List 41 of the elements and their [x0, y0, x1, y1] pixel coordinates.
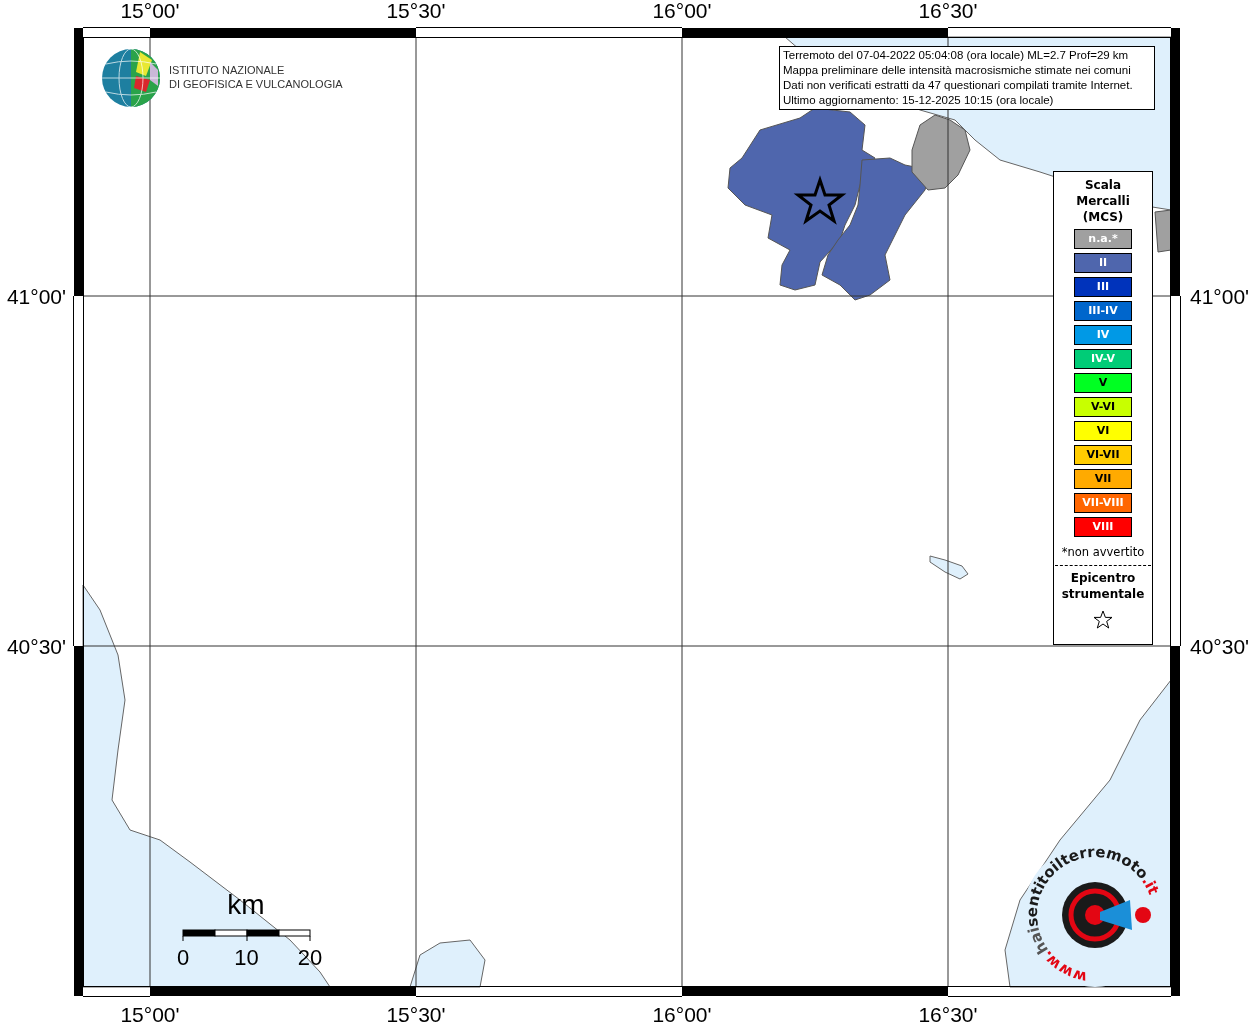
intensity-swatch: III-IV: [1074, 301, 1132, 321]
longitude-label: 16°30': [918, 0, 978, 22]
longitude-label: 16°00': [652, 1003, 712, 1024]
intensity-swatch: V-VI: [1074, 397, 1132, 417]
info-line: Terremoto del 07-04-2022 05:04:08 (ora locale) ML=2.7 Prof=29 km: [783, 48, 1130, 63]
longitude-label: 16°30': [918, 1003, 978, 1024]
legend-footnote: *non avvertito: [1061, 545, 1145, 559]
latitude-label: 40°30': [6, 635, 66, 658]
epicenter-star-icon: [793, 175, 847, 225]
scale-unit-label: km: [227, 889, 265, 920]
star-icon: [1093, 610, 1113, 630]
scale-tick-label: 10: [234, 945, 259, 970]
intensity-swatch: VI: [1074, 421, 1132, 441]
institute-name: ISTITUTO NAZIONALE DI GEOFISICA E VULCANOLOGIA: [169, 64, 343, 90]
longitude-label: 15°30': [386, 0, 446, 22]
latitude-label: 41°00': [6, 285, 66, 308]
info-line: Dati non verificati estratti da 47 questionari compilati tramite Internet.: [783, 78, 1134, 93]
epicenter-label: Epicentro strumentale: [1061, 570, 1145, 602]
intensity-swatch: VII: [1074, 469, 1132, 489]
info-line: Mappa preliminare delle intensità macrosismiche stimate nei comuni: [783, 63, 1132, 78]
longitude-label: 16°00': [652, 0, 712, 22]
scale-tick-label: 20: [297, 945, 323, 970]
longitude-label: 15°30': [386, 1003, 446, 1024]
intensity-swatch: IV-V: [1074, 349, 1132, 369]
intensity-swatch: VI-VII: [1074, 445, 1132, 465]
latitude-label: 40°30': [1190, 635, 1250, 658]
intensity-swatch: II: [1074, 253, 1132, 273]
latitude-label: 41°00': [1190, 285, 1250, 308]
intensity-swatch: n.a.*: [1074, 229, 1132, 249]
intensity-swatch: V: [1074, 373, 1132, 393]
longitude-label: 15°00': [120, 0, 180, 22]
scale-tick-label: 0: [176, 945, 190, 970]
legend-title: Scala Mercalli (MCS): [1076, 177, 1130, 225]
intensity-swatch: III: [1074, 277, 1132, 297]
intensity-swatch: VII-VIII: [1074, 493, 1132, 513]
intensity-swatch: VIII: [1074, 517, 1132, 537]
longitude-label: 15°00': [120, 1003, 180, 1024]
globe-logo-icon: [101, 48, 161, 108]
island: [929, 555, 969, 580]
info-line: Ultimo aggiornamento: 15-12-2025 10:15 (ora locale): [783, 93, 1055, 108]
intensity-swatch: IV: [1074, 325, 1132, 345]
